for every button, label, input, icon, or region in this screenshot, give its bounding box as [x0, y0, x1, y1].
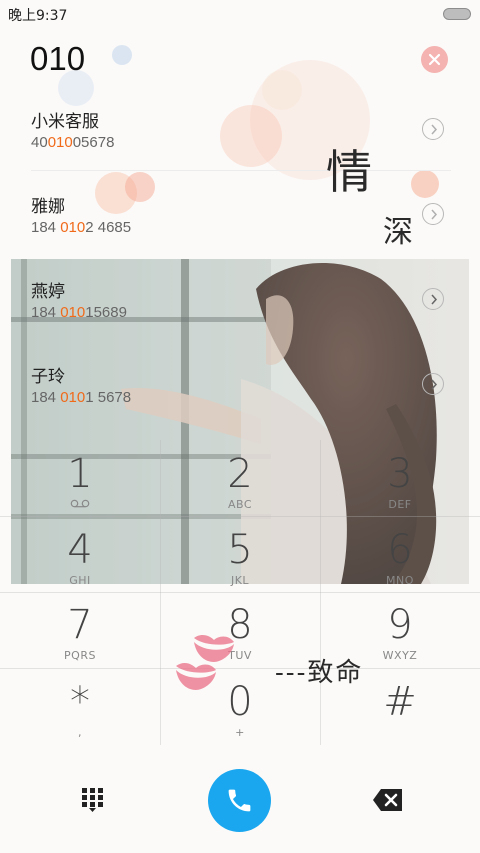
key-digit: * [70, 679, 90, 725]
contact-name: 子玲 [31, 367, 65, 387]
dialed-number: 010 [30, 40, 86, 77]
bokeh-decoration [112, 45, 132, 65]
clear-input-button[interactable] [421, 46, 448, 73]
key-letters: , [78, 726, 82, 739]
contact-name: 小米客服 [31, 112, 99, 132]
clear-circle-icon [428, 53, 441, 66]
contact-detail-button[interactable] [422, 203, 444, 225]
contact-detail-button[interactable] [422, 288, 444, 310]
key-letters: PQRS [64, 649, 96, 662]
matched-digits: 010 [60, 304, 86, 321]
dial-key-3[interactable]: 3 DEF [320, 452, 480, 527]
dialpad-icon [82, 788, 103, 812]
key-letters: JKL [230, 574, 250, 587]
battery-icon [443, 8, 471, 20]
call-button[interactable] [208, 769, 271, 832]
chevron-right-circle-icon [431, 379, 438, 390]
key-digit: 3 [387, 451, 413, 497]
key-letters: ABC [227, 498, 253, 511]
contact-number: 184 0102 4685 [31, 219, 132, 236]
contact-number: 4001005678 [31, 134, 115, 151]
key-digit: 9 [387, 602, 413, 648]
calligraphy-decoration: 情 [326, 145, 372, 199]
contact-number: 184 01015689 [31, 304, 127, 321]
contact-detail-button[interactable] [422, 118, 444, 140]
contact-name: 雅娜 [31, 197, 65, 217]
key-digit: 2 [227, 451, 253, 497]
dial-key-star[interactable]: * , [0, 680, 160, 755]
key-digit: 6 [387, 527, 413, 573]
signature-decoration: ---致命 [275, 658, 364, 688]
voicemail-icon [0, 498, 160, 511]
chevron-right-circle-icon [431, 294, 438, 305]
key-digit: 1 [67, 451, 93, 497]
matched-digits: 010 [47, 134, 73, 151]
key-letters: GHI [69, 574, 91, 587]
contact-row[interactable]: 燕婷 184 01015689 [0, 270, 480, 350]
dial-key-hash[interactable]: # [320, 680, 480, 755]
key-letters: + [235, 726, 245, 739]
backspace-icon [373, 789, 402, 811]
dial-key-7[interactable]: 7 PQRS [0, 603, 160, 678]
lips-decoration [176, 634, 234, 690]
key-digit: 5 [227, 527, 253, 573]
dial-key-5[interactable]: 5 JKL [160, 528, 320, 603]
contact-number: 184 0101 5678 [31, 389, 132, 406]
divider [31, 170, 451, 171]
contact-name: 燕婷 [31, 282, 65, 302]
key-letters: DEF [388, 498, 412, 511]
dial-key-4[interactable]: 4 GHI [0, 528, 160, 603]
contact-row[interactable]: 小米客服 4001005678 [0, 100, 480, 180]
phone-icon [228, 789, 251, 812]
keypad-toggle-button[interactable] [80, 786, 106, 812]
chevron-right-circle-icon [431, 124, 438, 135]
calligraphy-decoration: 深 [383, 215, 413, 250]
status-bar: 晚上9:37 [0, 0, 480, 28]
dial-key-6[interactable]: 6 MNO [320, 528, 480, 603]
key-digit: 7 [67, 602, 93, 648]
chevron-right-circle-icon [431, 209, 438, 220]
matched-digits: 010 [60, 219, 86, 236]
dial-key-2[interactable]: 2 ABC [160, 452, 320, 527]
status-time: 晚上9:37 [8, 8, 68, 24]
contact-detail-button[interactable] [422, 373, 444, 395]
backspace-button[interactable] [372, 788, 404, 812]
dial-key-1[interactable]: 1 [0, 452, 160, 527]
key-digit: 4 [67, 527, 93, 573]
contact-row[interactable]: 子玲 184 0101 5678 [0, 355, 480, 435]
matched-digits: 010 [60, 389, 86, 406]
key-letters: MNO [386, 574, 414, 587]
